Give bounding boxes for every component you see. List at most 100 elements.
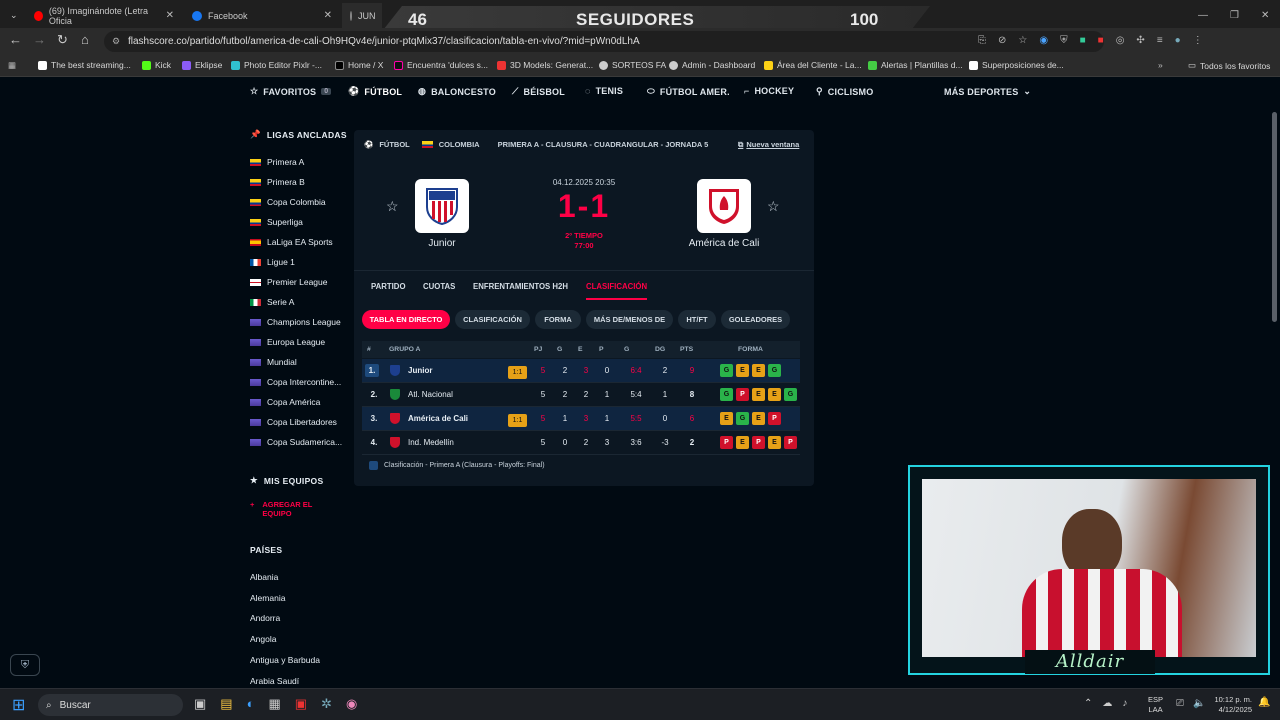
sidebar-league-item[interactable]: Copa América: [250, 397, 320, 407]
form-badge[interactable]: P: [784, 436, 797, 449]
form-badge[interactable]: P: [768, 412, 781, 425]
star-icon[interactable]: ☆: [1018, 35, 1027, 46]
sidebar-league-item[interactable]: Primera B: [250, 177, 305, 187]
bookmark-item[interactable]: Home / X: [335, 60, 383, 70]
nav-ciclismo[interactable]: ⚲ CICLISMO: [816, 86, 873, 97]
app-icon[interactable]: ✲: [321, 696, 332, 712]
sidebar-league-item[interactable]: Primera A: [250, 157, 304, 167]
apps-icon[interactable]: ▦: [8, 60, 16, 71]
clock[interactable]: 10:12 p. m. 4/12/2025: [1210, 695, 1252, 715]
favorite-star-icon[interactable]: ☆: [767, 198, 780, 215]
table-row[interactable]: 3. América de Cali 1:1 5 1 3 1 5:5 0 6 E G E P: [362, 407, 800, 431]
more-bookmarks-icon[interactable]: »: [1158, 60, 1163, 70]
network-icon[interactable]: ⎚: [1176, 698, 1184, 709]
header-dg[interactable]: DG: [655, 346, 665, 353]
bookmark-item[interactable]: Kick: [142, 60, 171, 70]
table-row[interactable]: 1. Junior 1:1 5 2 3 0 6:4 2 9 G E E G: [362, 359, 800, 383]
nav-tenis[interactable]: ◌ TENIS: [585, 86, 623, 96]
nav-baloncesto[interactable]: ◍ BALONCESTO: [418, 86, 496, 97]
nav-beisbol[interactable]: ⟋ BÉISBOL: [512, 86, 565, 97]
form-badge[interactable]: E: [752, 412, 765, 425]
home-icon[interactable]: ⌂: [81, 32, 89, 47]
pill-ht-ft[interactable]: HT/FT: [678, 310, 716, 329]
url-field[interactable]: ⚙ flashscore.co/partido/futbol/america-d…: [104, 31, 1104, 52]
bookmark-item[interactable]: Photo Editor Pixlr -...: [231, 60, 322, 70]
menu-icon[interactable]: ⋮: [1193, 35, 1203, 46]
tab-partido[interactable]: PARTIDO: [371, 282, 406, 291]
reading-list-icon[interactable]: ≡: [1157, 35, 1163, 46]
away-team-name[interactable]: América de Cali: [674, 238, 774, 249]
form-badge[interactable]: G: [720, 388, 733, 401]
maximize-icon[interactable]: ❐: [1230, 10, 1239, 21]
form-badge[interactable]: G: [768, 364, 781, 377]
form-badge[interactable]: G: [784, 388, 797, 401]
sidebar-league-item[interactable]: Premier League: [250, 277, 327, 287]
microphone-icon[interactable]: ♪: [1122, 698, 1127, 709]
breadcrumb-sport[interactable]: FÚTBOL: [379, 140, 409, 149]
edge-icon[interactable]: ◐: [247, 696, 255, 712]
tab-youtube[interactable]: (69) Imaginándote (Letra Oficia ✕: [26, 3, 182, 28]
form-badge[interactable]: P: [736, 388, 749, 401]
table-row[interactable]: 2. Atl. Nacional 5 2 2 1 5:4 1 8 G P E E G: [362, 383, 800, 407]
back-icon[interactable]: ←: [9, 32, 22, 47]
volume-icon[interactable]: 🔈: [1193, 698, 1205, 709]
task-view-icon[interactable]: ▣: [194, 696, 206, 712]
header-e[interactable]: E: [578, 346, 583, 353]
page-scrollbar[interactable]: [1272, 112, 1277, 322]
favorite-star-icon[interactable]: ☆: [386, 198, 399, 215]
profile-icon[interactable]: ●: [1175, 35, 1181, 46]
bookmark-item[interactable]: Área del Cliente - La...: [764, 60, 862, 70]
file-explorer-icon[interactable]: ▤: [220, 696, 232, 712]
install-icon[interactable]: ⎘: [978, 35, 986, 46]
site-info-icon[interactable]: ⚙: [112, 36, 120, 47]
extension-icon[interactable]: ◉: [1039, 35, 1048, 46]
bookmark-item[interactable]: Eklipse: [182, 60, 222, 70]
form-badge[interactable]: E: [736, 364, 749, 377]
pill-forma[interactable]: FORMA: [535, 310, 581, 329]
header-pos[interactable]: #: [367, 346, 371, 353]
adblock-icon[interactable]: ■: [1098, 35, 1104, 46]
tab-cuotas[interactable]: CUOTAS: [423, 282, 455, 291]
form-badge[interactable]: G: [720, 364, 733, 377]
cloud-icon[interactable]: ☁: [1102, 698, 1112, 709]
pill-mas-menos[interactable]: MÁS DE/MENOS DE: [586, 310, 673, 329]
pill-clasificacion[interactable]: CLASIFICACIÓN: [455, 310, 530, 329]
sidebar-country-item[interactable]: Antigua y Barbuda: [250, 655, 320, 665]
sidebar-country-item[interactable]: Angola: [250, 634, 276, 644]
close-window-icon[interactable]: ✕: [1261, 10, 1269, 21]
header-pj[interactable]: PJ: [534, 346, 542, 353]
form-badge[interactable]: E: [720, 412, 733, 425]
america-logo[interactable]: [697, 179, 751, 233]
form-badge[interactable]: E: [736, 436, 749, 449]
pill-goleadores[interactable]: GOLEADORES: [721, 310, 790, 329]
bookmark-item[interactable]: Admin - Dashboard: [669, 60, 755, 70]
extension-icon[interactable]: ■: [1080, 35, 1086, 46]
sidebar-country-item[interactable]: Alemania: [250, 593, 285, 603]
sidebar-country-item[interactable]: Arabia Saudí: [250, 676, 299, 686]
bookmark-item[interactable]: 3D Models: Generat...: [497, 60, 593, 70]
tab-clasificacion[interactable]: CLASIFICACIÓN: [586, 282, 648, 300]
form-badge[interactable]: P: [752, 436, 765, 449]
sidebar-league-item[interactable]: Europa League: [250, 337, 325, 347]
bookmark-item[interactable]: Encuentra 'dulces s...: [394, 60, 488, 70]
table-row[interactable]: 4. Ind. Medellín 5 0 2 3 3:6 -3 2 P E P E P: [362, 431, 800, 455]
nav-hockey[interactable]: ⌐ HOCKEY: [744, 86, 794, 96]
bookmark-item[interactable]: SORTEOS FA: [599, 60, 666, 70]
row-team[interactable]: América de Cali: [408, 414, 468, 423]
breadcrumb-competition[interactable]: PRIMERA A - CLAUSURA - CUADRANGULAR - JO…: [498, 140, 709, 149]
taskbar-search[interactable]: ⌕ Buscar: [38, 694, 183, 716]
sidebar-league-item[interactable]: Serie A: [250, 297, 294, 307]
close-icon[interactable]: ✕: [166, 10, 174, 21]
nav-futbol-amer[interactable]: ⬭ FÚTBOL AMER.: [647, 86, 730, 97]
sidebar-country-item[interactable]: Andorra: [250, 613, 280, 623]
sidebar-league-item[interactable]: LaLiga EA Sports: [250, 237, 333, 247]
privacy-shield-icon[interactable]: ⛨: [10, 654, 40, 676]
form-badge[interactable]: E: [752, 388, 765, 401]
header-g[interactable]: G: [557, 346, 562, 353]
header-goals[interactable]: G: [624, 346, 629, 353]
bookmark-item[interactable]: Superposiciones de...: [969, 60, 1064, 70]
sidebar-league-item[interactable]: Mundial: [250, 357, 297, 367]
all-bookmarks[interactable]: ▭ Todos los favoritos: [1188, 60, 1270, 71]
bookmark-item[interactable]: Alertas | Plantillas d...: [868, 60, 963, 70]
home-team-name[interactable]: Junior: [394, 238, 490, 249]
